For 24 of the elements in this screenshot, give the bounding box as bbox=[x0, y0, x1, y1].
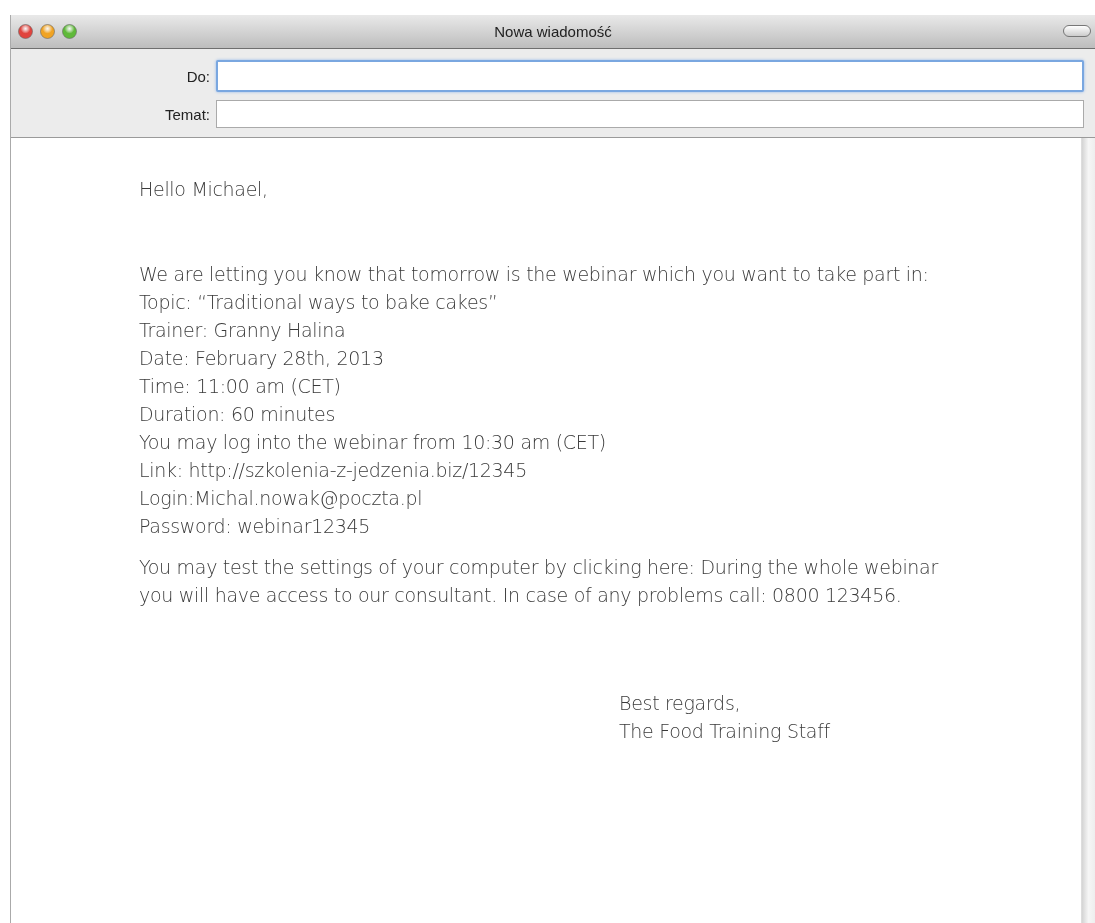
detail-line: You may log into the webinar from 10:30 am (CET) bbox=[139, 430, 607, 455]
input-field[interactable] bbox=[216, 100, 1084, 128]
detail-line: Duration: 60 minutes bbox=[139, 402, 337, 427]
detail-line: Link: http://szkolenia-z-jedzenia.biz/12345 bbox=[139, 458, 528, 483]
scrollbar[interactable] bbox=[1081, 138, 1095, 923]
window-title: Nowa wiadomość bbox=[494, 23, 612, 40]
detail-line: Topic: “Traditional ways to bake cakes” bbox=[139, 290, 499, 315]
signature-line: Best regards, bbox=[619, 691, 742, 716]
signature-line: The Food Training Staff bbox=[619, 719, 831, 744]
detail-line: Login:Michal.nowak@poczta.pl bbox=[139, 486, 424, 511]
toolbar-toggle-button[interactable] bbox=[1063, 25, 1091, 37]
detail-line: Time: 11:00 am (CET) bbox=[139, 374, 342, 399]
close-button-icon[interactable] bbox=[18, 24, 33, 39]
paragraph-text: You may test the settings of your computer by clicking here: During the whole webinar you will have access to our consultant. In case of any problems call: 0800 123456. bbox=[139, 555, 940, 608]
zoom-button-icon[interactable] bbox=[62, 24, 77, 39]
detail-line: Password: webinar12345 bbox=[139, 514, 372, 539]
greeting-text: Hello Michael, bbox=[139, 177, 269, 202]
detail-line: Trainer: Granny Halina bbox=[139, 318, 347, 343]
detail-line: Date: February 28th, 2013 bbox=[139, 346, 385, 371]
minimize-button-icon[interactable] bbox=[40, 24, 55, 39]
field-label: Do: bbox=[185, 67, 210, 85]
paragraph-text: We are letting you know that tomorrow is the webinar which you want to take part in: bbox=[139, 262, 930, 287]
field-label: Temat: bbox=[164, 105, 210, 123]
input-field[interactable] bbox=[216, 60, 1084, 92]
